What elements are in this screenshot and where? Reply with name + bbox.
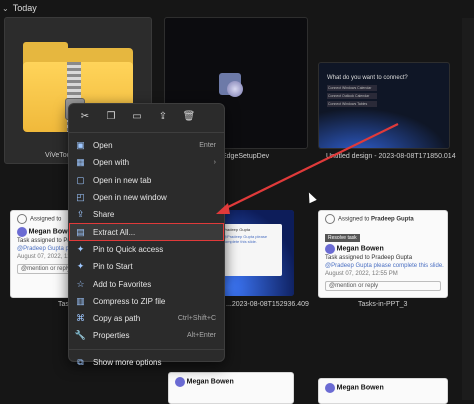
annotation-arrow <box>216 123 399 214</box>
